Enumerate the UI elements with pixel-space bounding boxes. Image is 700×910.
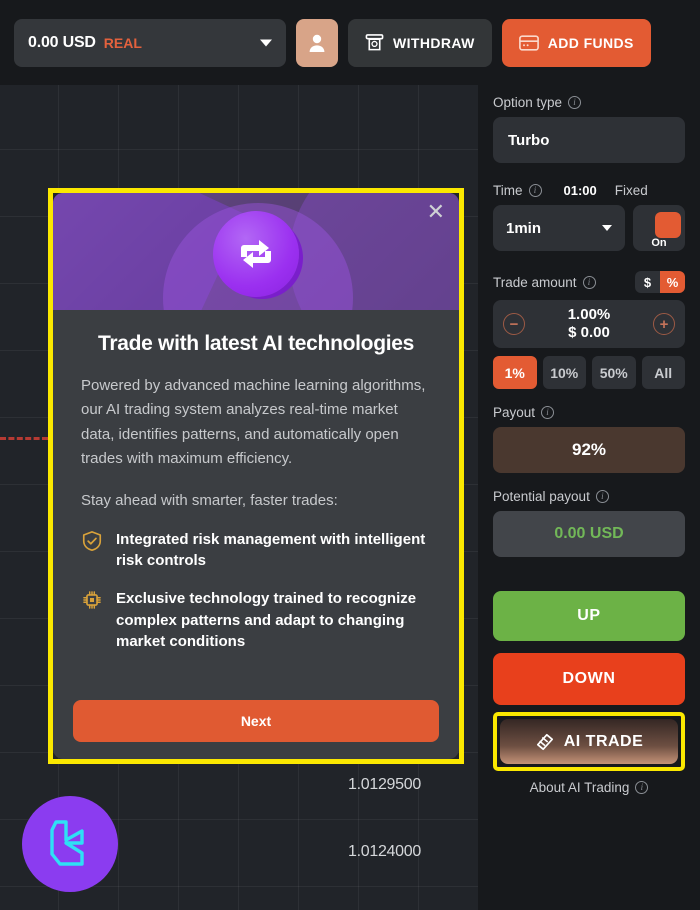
toggle-state-label: On — [651, 237, 667, 249]
modal-banner: ✕ — [53, 193, 459, 310]
trade-amount-header: Trade amount i $ % — [493, 271, 685, 293]
withdraw-icon — [365, 34, 384, 51]
swap-arrows-icon — [241, 240, 271, 268]
ai-trade-highlight: AI TRADE — [493, 712, 685, 771]
time-label: Time — [493, 183, 523, 198]
next-label: Next — [240, 713, 272, 729]
top-bar: 0.00 USD REAL WITHDRAW ADD FUNDS — [0, 0, 700, 85]
balance-selector[interactable]: 0.00 USD REAL — [14, 18, 286, 67]
potential-payout-label: Potential payout — [493, 489, 590, 504]
feature-bullet-text: Exclusive technology trained to recogniz… — [116, 590, 417, 650]
option-type-label-row: Option type i — [493, 95, 685, 110]
about-ai-trading-link[interactable]: About AI Trading i — [493, 780, 685, 795]
quick-amount-1[interactable]: 1% — [493, 356, 537, 389]
option-type-select[interactable]: Turbo — [493, 117, 685, 163]
info-icon[interactable]: i — [541, 406, 555, 419]
feature-bullet: Integrated risk management with intellig… — [81, 529, 431, 572]
trade-amount-label-wrap: Trade amount i — [493, 275, 596, 290]
quick-amount-2[interactable]: 10% — [542, 356, 586, 389]
option-type-label: Option type — [493, 95, 563, 110]
trade-panel: Option type i Turbo Time i 01:00 Fixed 1… — [478, 85, 700, 910]
quick-amount-all[interactable]: All — [641, 356, 685, 389]
increase-amount-button[interactable]: + — [653, 313, 675, 335]
fixed-label: Fixed — [614, 183, 648, 198]
trade-amount-label: Trade amount — [493, 274, 577, 290]
next-button[interactable]: Next — [73, 700, 439, 742]
brand-logo — [22, 796, 118, 892]
info-icon[interactable]: i — [528, 184, 542, 197]
up-button[interactable]: UP — [493, 591, 685, 641]
payout-label: Payout — [493, 405, 536, 420]
payout-label-row: Payout i — [493, 405, 685, 420]
currency-mode-toggle[interactable]: $ % — [635, 271, 685, 293]
price-tick: 1.0124000 — [348, 843, 421, 860]
trade-amount-stepper: − 1.00% $ 0.00 + — [493, 300, 685, 348]
info-icon[interactable]: i — [635, 781, 649, 794]
user-icon — [309, 34, 325, 52]
duration-select[interactable]: 1min — [493, 205, 625, 251]
duration-value: 1min — [506, 219, 542, 237]
app-root: 0.00 USD REAL WITHDRAW ADD FUNDS 1.01295… — [0, 0, 700, 910]
info-icon[interactable]: i — [595, 490, 609, 503]
ai-trade-label: AI TRADE — [563, 732, 644, 750]
feature-bullet: Exclusive technology trained to recogniz… — [81, 588, 431, 652]
about-ai-trading-label: About AI Trading — [529, 780, 630, 795]
toggle-knob — [655, 212, 681, 238]
price-tick: 1.0129500 — [348, 776, 421, 793]
option-type-value: Turbo — [508, 131, 550, 149]
time-value: 01:00 — [563, 183, 597, 198]
currency-dollar-option[interactable]: $ — [635, 271, 660, 293]
cpu-chip-icon — [81, 589, 103, 611]
close-icon[interactable]: ✕ — [427, 201, 445, 223]
feature-bullet-text: Integrated risk management with intellig… — [116, 530, 426, 569]
add-funds-label: ADD FUNDS — [547, 34, 634, 51]
trade-amount-values: 1.00% $ 0.00 — [525, 306, 653, 341]
fixed-time-toggle[interactable]: On — [633, 205, 685, 251]
chevron-down-icon — [260, 39, 272, 46]
logo-icon — [50, 820, 84, 866]
trade-amount-usd: $ 0.00 — [568, 323, 610, 341]
withdraw-label: WITHDRAW — [393, 34, 475, 51]
info-icon[interactable]: i — [568, 96, 582, 109]
potential-payout-label-row: Potential payout i — [493, 489, 685, 504]
profile-button[interactable] — [296, 18, 338, 67]
ai-onboarding-modal: ✕ Trade with latest AI technologies Powe… — [53, 193, 459, 759]
potential-payout-box: 0.00 USD — [493, 511, 685, 557]
potential-payout-value: 0.00 USD — [554, 525, 624, 542]
balance-account-type: REAL — [103, 34, 142, 51]
info-icon[interactable]: i — [582, 275, 596, 289]
credit-card-icon — [518, 34, 539, 51]
currency-percent-option[interactable]: % — [660, 271, 685, 293]
payout-value-box: 92% — [493, 427, 685, 473]
quick-amount-3[interactable]: 50% — [592, 356, 636, 389]
withdraw-button[interactable]: WITHDRAW — [348, 18, 492, 67]
modal-title: Trade with latest AI technologies — [97, 332, 415, 355]
up-label: UP — [577, 607, 601, 624]
time-controls: 1min On — [493, 205, 685, 251]
add-funds-button[interactable]: ADD FUNDS — [501, 18, 651, 67]
quick-amount-row: 1% 10% 50% All — [493, 356, 685, 389]
down-button[interactable]: DOWN — [493, 653, 685, 705]
ai-sparkle-icon — [536, 733, 553, 750]
exchange-coin-icon — [213, 211, 299, 297]
balance-amount: 0.00 USD — [28, 33, 96, 51]
modal-paragraph: Powered by advanced machine learning alg… — [81, 377, 426, 467]
trade-amount-percent: 1.00% — [567, 306, 611, 324]
decrease-amount-button[interactable]: − — [503, 313, 525, 335]
time-label-wrap: Time i — [493, 183, 542, 198]
modal-subtitle: Stay ahead with smarter, faster trades: — [81, 492, 338, 510]
time-label-row: Time i 01:00 Fixed — [493, 183, 685, 198]
payout-value: 92% — [571, 440, 607, 459]
down-label: DOWN — [562, 670, 616, 687]
modal-body: Trade with latest AI technologies Powere… — [53, 310, 459, 652]
ai-trade-button[interactable]: AI TRADE — [500, 719, 678, 764]
shield-check-icon — [81, 530, 103, 552]
price-line-indicator — [0, 437, 48, 440]
chevron-down-icon — [602, 225, 612, 231]
